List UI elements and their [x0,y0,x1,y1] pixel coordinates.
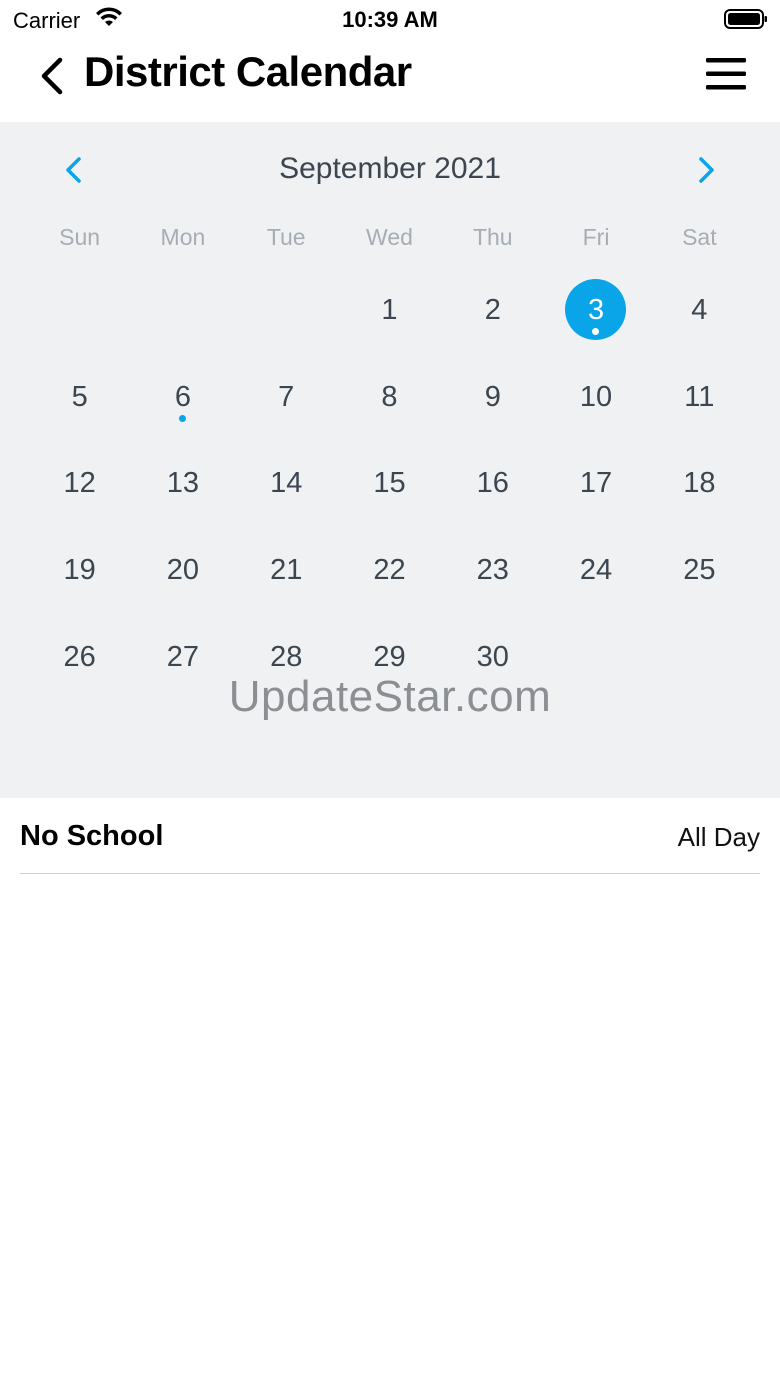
calendar-day[interactable]: 22 [338,530,441,617]
day-number: 14 [270,467,303,500]
calendar-day[interactable]: 23 [441,530,544,617]
weekday-label: Tue [266,224,306,250]
month-calendar: September 2021 Sun Mon Tue Wed Thu Fri Sat 123… [0,122,780,798]
calendar-day[interactable]: 14 [235,443,338,530]
calendar-day[interactable]: 5 [28,357,131,444]
day-number: 17 [579,467,613,500]
day-number: 22 [373,554,406,587]
status-time: 10:39 AM [342,7,438,32]
weekday-label: Fri [582,224,610,250]
day-number: 24 [579,554,613,587]
day-number: 27 [166,640,200,673]
month-label: September 2021 [279,152,501,185]
watermark: UpdateStar.com [228,672,552,721]
calendar-day[interactable]: 21 [235,530,338,617]
day-number: 9 [484,380,501,413]
battery-icon [724,9,767,29]
day-number: 8 [381,380,398,413]
calendar-day[interactable]: 18 [648,443,751,530]
day-number: 29 [373,640,406,673]
day-number: 1 [381,294,398,326]
calendar-day[interactable]: 1 [338,270,441,357]
calendar-day-empty [131,270,234,357]
calendar-week-row: 1 2 3 4 [28,270,751,357]
hamburger-menu-icon[interactable] [704,54,748,94]
day-number: 20 [166,554,200,587]
calendar-day[interactable]: 24 [544,530,647,617]
weekday-label: Sun [59,224,101,250]
day-number: 13 [166,467,200,500]
day-grid: 1 2 3 4 5 6 7 8 9 10 11 12 13 14 15 16 17 18 19 20 21 22 23 24 2… [28,270,751,703]
day-number: 15 [373,467,406,500]
calendar-day[interactable]: 15 [338,443,441,530]
calendar-day[interactable]: 25 [648,530,751,617]
day-number: 4 [691,294,708,326]
calendar-day-empty [28,270,131,357]
next-month-icon[interactable] [690,152,722,188]
calendar-week-row: 5 6 7 8 9 10 11 [28,357,751,444]
weekday-label: Thu [472,224,513,250]
day-number: 11 [684,380,715,413]
day-number: 19 [63,554,96,587]
day-number: 18 [683,467,716,500]
calendar-day[interactable]: 7 [235,357,338,444]
day-number: 21 [270,554,303,587]
calendar-day[interactable]: 10 [544,357,647,444]
day-number: 5 [71,380,88,413]
weekday-label: Mon [160,224,206,250]
calendar-day[interactable]: 9 [441,357,544,444]
calendar-day[interactable]: 2 [441,270,544,357]
day-number: 12 [63,467,96,500]
day-number: 28 [270,640,303,673]
calendar-day[interactable]: 3 [544,270,647,357]
calendar-day[interactable]: 17 [544,443,647,530]
day-number: 10 [579,380,613,413]
calendar-week-row: 19 20 21 22 23 24 25 [28,530,751,617]
event-row[interactable]: No School All Day [20,798,760,874]
calendar-day[interactable]: 20 [131,530,234,617]
status-bar: Carrier 10:39 AM [0,0,780,40]
day-number: 26 [63,640,96,673]
day-number: 25 [683,554,716,587]
calendar-day[interactable]: 4 [648,270,751,357]
page-title: District Calendar [84,48,412,95]
back-chevron-icon[interactable] [34,54,70,98]
event-title: No School [20,820,164,852]
calendar-day[interactable]: 12 [28,443,131,530]
day-number: 16 [476,467,509,500]
day-number: 2 [484,294,501,326]
calendar-day[interactable]: 16 [441,443,544,530]
calendar-day[interactable]: 19 [28,530,131,617]
day-number: 6 [174,380,191,413]
calendar-week-row: 12 13 14 15 16 17 18 [28,443,751,530]
weekday-label: Wed [366,224,413,250]
calendar-day-empty [235,270,338,357]
calendar-day[interactable]: 6 [131,357,234,444]
day-number: 23 [476,554,509,587]
calendar-day[interactable]: 11 [648,357,751,444]
calendar-day[interactable]: 13 [131,443,234,530]
day-number: 7 [278,380,295,413]
weekday-header: Sun Mon Tue Wed Thu Fri Sat [28,224,751,254]
calendar-day[interactable]: 8 [338,357,441,444]
nav-bar: District Calendar [0,40,780,122]
event-time: All Day [677,822,760,852]
day-number: 30 [476,640,509,673]
day-number: 3 [587,294,605,326]
event-dot-icon [179,414,187,422]
weekday-label: Sat [682,224,717,250]
